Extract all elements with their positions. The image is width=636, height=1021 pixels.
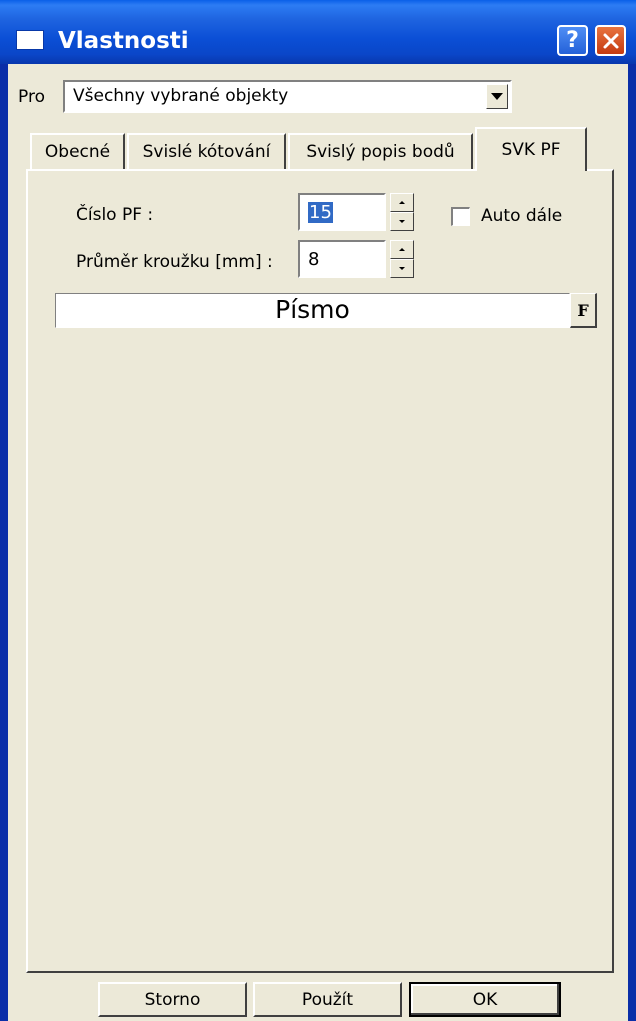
arrow-down-icon (399, 267, 405, 270)
cislo-pf-up-button[interactable] (390, 193, 414, 212)
arrow-down-icon (399, 220, 405, 223)
auto-dale-checkbox[interactable] (451, 207, 470, 226)
cislo-pf-value: 15 (308, 202, 333, 223)
properties-window: Vlastnosti ? Pro Všechny vybrané objekty… (0, 0, 636, 1021)
close-button[interactable] (595, 25, 626, 56)
scope-dropdown[interactable]: Všechny vybrané objekty (63, 80, 512, 113)
dropdown-arrow-button[interactable] (486, 84, 508, 109)
cislo-pf-label: Číslo PF : (76, 205, 154, 225)
prumer-krouzku-label: Průměr kroužku [mm] : (76, 252, 273, 272)
window-icon (16, 30, 44, 50)
prumer-krouzku-up-button[interactable] (390, 240, 414, 259)
scope-selected-value: Všechny vybrané objekty (73, 86, 289, 106)
prumer-krouzku-stepper (390, 240, 414, 278)
tab-panel-svk-pf (26, 169, 614, 973)
scope-label: Pro (18, 87, 45, 107)
close-icon (603, 33, 618, 48)
prumer-krouzku-value: 8 (308, 249, 320, 270)
font-picker-button[interactable]: F (570, 293, 597, 328)
prumer-krouzku-down-button[interactable] (390, 259, 414, 278)
tab-svk-pf[interactable]: SVK PF (475, 127, 587, 171)
font-icon: F (577, 300, 589, 320)
font-preview-text: Písmo (275, 295, 350, 324)
arrow-up-icon (399, 248, 405, 251)
tab-svisle-kotovani[interactable]: Svislé kótování (127, 133, 286, 169)
cancel-button[interactable]: Storno (98, 982, 247, 1017)
chevron-down-icon (491, 93, 503, 100)
window-title: Vlastnosti (58, 28, 189, 54)
tab-obecne[interactable]: Obecné (30, 133, 125, 169)
prumer-krouzku-input[interactable]: 8 (298, 240, 386, 278)
auto-dale-label[interactable]: Auto dále (481, 206, 562, 226)
arrow-up-icon (399, 201, 405, 204)
tab-svisly-popis-bodu[interactable]: Svislý popis bodů (288, 133, 473, 169)
cislo-pf-input[interactable]: 15 (298, 193, 386, 231)
apply-button[interactable]: Použít (253, 982, 402, 1017)
cislo-pf-down-button[interactable] (390, 212, 414, 231)
font-preview-field: Písmo (55, 293, 570, 328)
help-button[interactable]: ? (557, 25, 588, 56)
ok-button[interactable]: OK (409, 982, 561, 1017)
cislo-pf-stepper (390, 193, 414, 231)
title-bar[interactable]: Vlastnosti ? (0, 0, 636, 64)
